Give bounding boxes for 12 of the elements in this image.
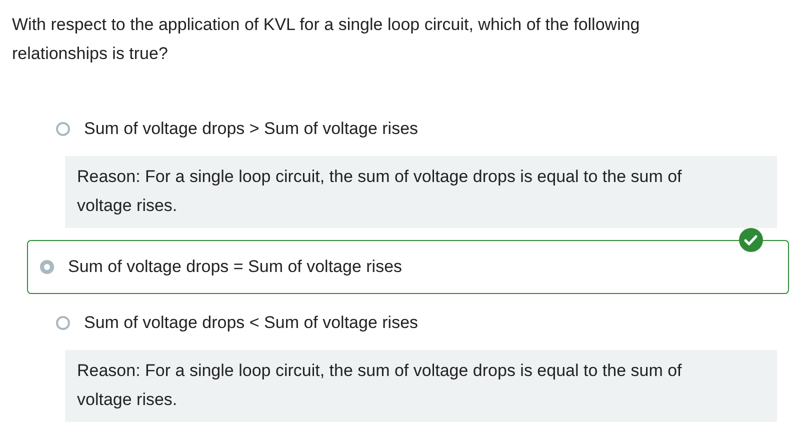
answer-option[interactable]: Sum of voltage drops > Sum of voltage rises xyxy=(27,110,789,148)
reason-text: Reason: For a single loop circuit, the sum of voltage drops is equal to the sum of voltage rises. xyxy=(65,156,777,228)
radio-button[interactable] xyxy=(40,260,54,274)
question-text: With respect to the application of KVL for a single loop circuit, which of the following relationships is true? xyxy=(12,14,641,65)
radio-button[interactable] xyxy=(56,122,70,136)
reason-text: Reason: For a single loop circuit, the sum of voltage drops is equal to the sum of voltage rises. xyxy=(65,350,777,422)
radio-button[interactable] xyxy=(56,316,70,330)
selected-option[interactable]: Sum of voltage drops = Sum of voltage rises xyxy=(27,240,789,294)
option-label: Sum of voltage drops > Sum of voltage rises xyxy=(84,119,418,139)
option-label: Sum of voltage drops < Sum of voltage rises xyxy=(84,313,418,333)
option-label: Sum of voltage drops = Sum of voltage rises xyxy=(68,257,402,277)
answer-option[interactable]: Sum of voltage drops < Sum of voltage rises xyxy=(27,304,789,342)
